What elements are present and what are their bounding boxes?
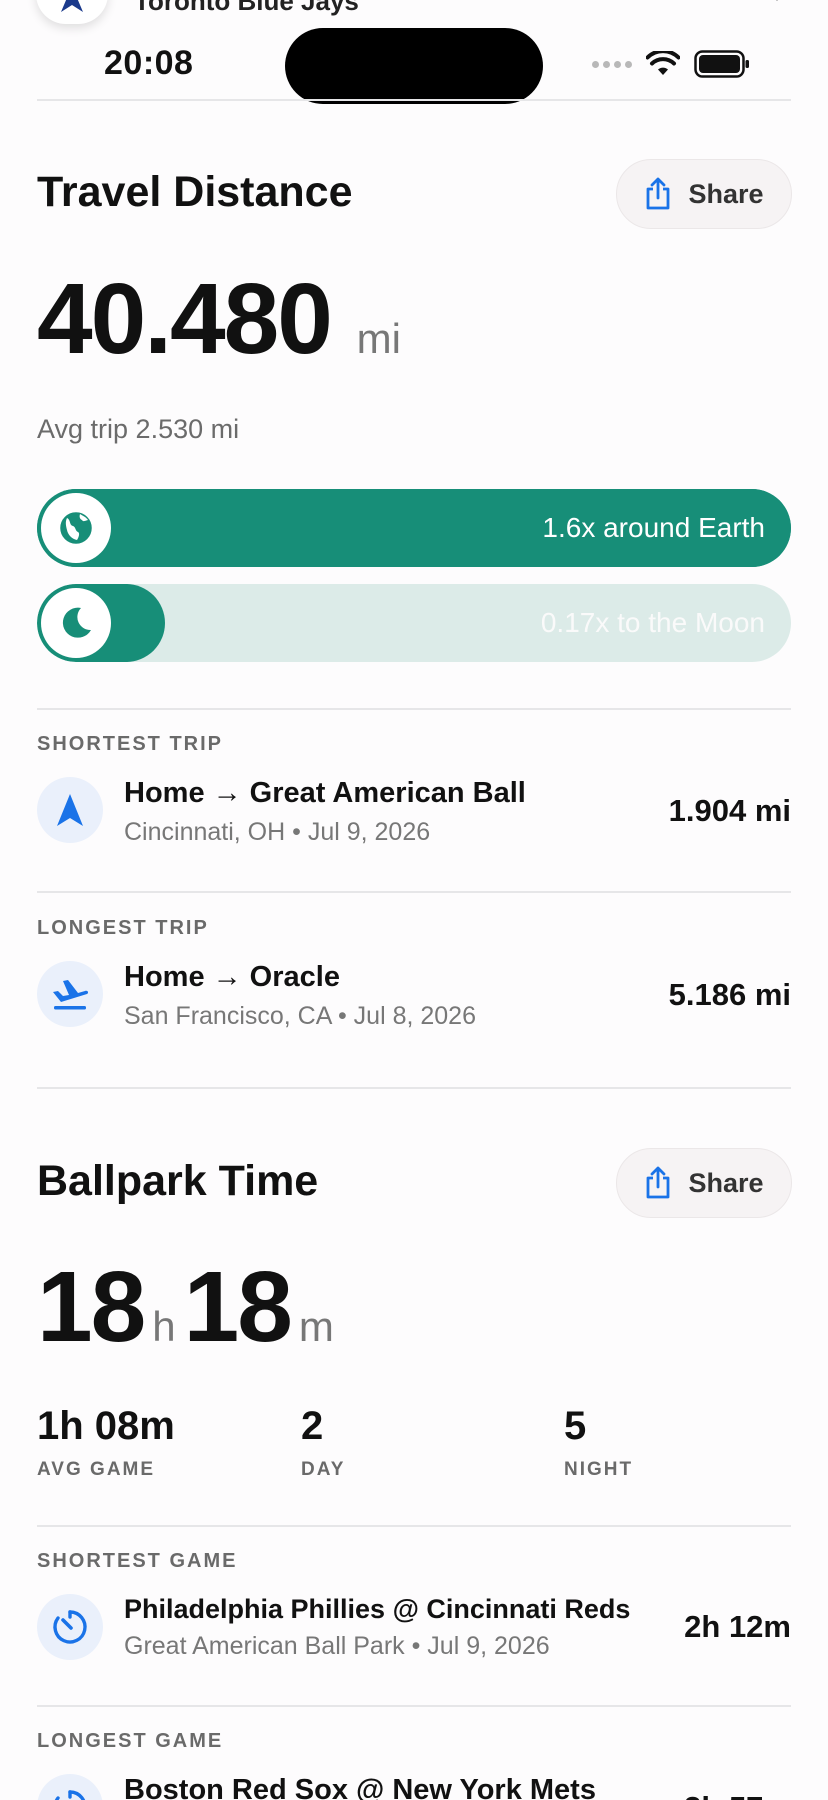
share-icon: [647, 1166, 670, 1199]
cellular-signal-icon: [592, 60, 632, 68]
minutes-unit: m: [298, 1303, 334, 1350]
longest-game-title: Boston Red Sox @ New York Mets: [124, 1774, 596, 1800]
divider: [37, 891, 791, 893]
moon-icon: [41, 588, 111, 658]
moon-label: 0.17x to the Moon: [540, 607, 765, 638]
longest-trip-kicker: LONGEST TRIP: [37, 917, 209, 939]
travel-share-button[interactable]: Share: [616, 159, 792, 229]
distance-value: 40.480: [37, 263, 333, 375]
earth-label: 1.6x around Earth: [542, 512, 765, 543]
earth-progress-bar: 1.6x around Earth: [37, 489, 791, 567]
chevron-down-icon[interactable]: [770, 0, 784, 4]
section-divider: [37, 1087, 791, 1089]
shortest-game-kicker: SHORTEST GAME: [37, 1550, 238, 1572]
longest-trip-subtitle: San Francisco, CA • Jul 8, 2026: [124, 1002, 476, 1030]
shortest-game-title: Philadelphia Phillies @ Cincinnati Reds: [124, 1594, 631, 1624]
divider: [37, 1705, 791, 1707]
wifi-icon: [646, 51, 680, 75]
dynamic-island: [285, 28, 543, 104]
moon-progress-bar: 0.17x to the Moon: [37, 584, 791, 662]
share-label: Share: [688, 1167, 764, 1198]
stat-value: 1h 08m: [37, 1404, 175, 1448]
stat-value: 5: [564, 1404, 587, 1448]
team-logo-button[interactable]: [36, 0, 108, 24]
total-ballpark-time: 18 h18 m: [37, 1250, 334, 1365]
divider: [37, 708, 791, 710]
battery-icon: [694, 50, 749, 78]
shortest-game-value: 2h 12m: [684, 1609, 791, 1644]
app-screen: Toronto Blue Jays 20:08 Travel Distance …: [0, 0, 828, 1800]
total-distance: 40.480 mi: [37, 262, 401, 377]
share-icon: [647, 177, 670, 210]
stat-label: NIGHT: [564, 1459, 634, 1480]
location-arrow-icon: [37, 777, 103, 843]
navigation-arrow-icon: [61, 0, 83, 12]
shortest-trip-subtitle: Cincinnati, OH • Jul 9, 2026: [124, 818, 431, 846]
timer-icon: [37, 1594, 103, 1660]
stat-night: 5 NIGHT: [564, 1404, 633, 1481]
globe-icon: [41, 493, 111, 563]
stat-label: DAY: [301, 1459, 346, 1480]
hours-value: 18: [37, 1251, 146, 1363]
divider: [37, 1525, 791, 1527]
status-indicators: [592, 50, 750, 78]
hours-unit: h: [152, 1303, 176, 1350]
stat-value: 2: [301, 1404, 324, 1448]
longest-trip-title: Home → Oracle: [124, 961, 340, 993]
minutes-value: 18: [183, 1251, 293, 1363]
shortest-game-subtitle: Great American Ball Park • Jul 9, 2026: [124, 1632, 550, 1660]
longest-game-kicker: LONGEST GAME: [37, 1730, 224, 1752]
shortest-trip-kicker: SHORTEST TRIP: [37, 733, 224, 755]
ballpark-share-button[interactable]: Share: [616, 1148, 792, 1218]
stat-day: 2 DAY: [301, 1404, 345, 1481]
shortest-trip-value: 1.904 mi: [668, 793, 791, 828]
ballpark-time-title: Ballpark Time: [37, 1157, 319, 1205]
status-time: 20:08: [104, 44, 194, 82]
avg-trip: Avg trip 2.530 mi: [37, 414, 240, 444]
share-label: Share: [688, 178, 764, 209]
longest-trip-value: 5.186 mi: [668, 977, 791, 1012]
team-name: Toronto Blue Jays: [134, 0, 359, 16]
airplane-icon: [37, 961, 103, 1027]
longest-game-value: 3h 57m: [684, 1790, 791, 1800]
travel-distance-title: Travel Distance: [37, 168, 353, 216]
timer-icon: [37, 1774, 103, 1800]
stat-label: AVG GAME: [37, 1459, 156, 1480]
distance-unit: mi: [356, 315, 401, 362]
shortest-trip-title: Home → Great American Ball: [124, 777, 526, 809]
stat-avg-game: 1h 08m AVG GAME: [37, 1404, 175, 1481]
header-divider: [37, 99, 791, 101]
